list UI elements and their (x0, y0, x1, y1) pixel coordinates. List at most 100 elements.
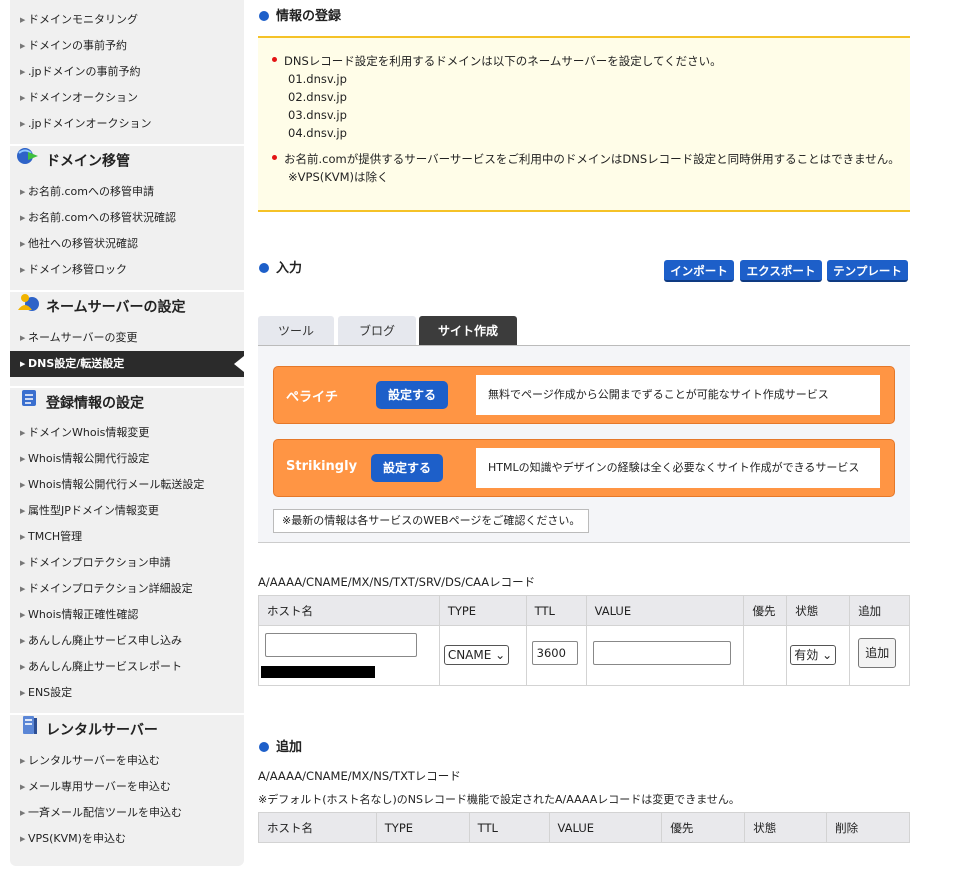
col-ttl: TTL (468, 812, 550, 843)
tab-tools[interactable]: ツール (258, 316, 334, 346)
triangle-right-icon: ▶ (20, 507, 26, 515)
triangle-right-icon: ▶ (20, 188, 26, 196)
triangle-right-icon: ▶ (20, 42, 26, 50)
value-input[interactable] (592, 641, 731, 665)
col-add: 追加 (849, 595, 910, 626)
sidebar-item-domain-monitoring[interactable]: ▶ ドメインモニタリング (10, 7, 244, 33)
sidebar-item-whois-proxy[interactable]: ▶ Whois情報公開代行設定 (10, 446, 244, 472)
redacted-domain (261, 666, 375, 678)
input-section-title: 入力 (259, 257, 302, 276)
promo-description: HTMLの知識やデザインの経験は全く必要なくサイト作成ができるサービス (476, 448, 880, 488)
add-section-label: A/AAAA/CNAME/MX/NS/TXTレコード (258, 769, 461, 783)
sidebar-item-tmch[interactable]: ▶ TMCH管理 (10, 524, 244, 550)
add-record-button[interactable]: 追加 (858, 638, 897, 668)
add-section-title: 追加 (259, 736, 302, 755)
chevron-down-icon: ⌄ (822, 648, 833, 662)
sidebar-item-jp-auction[interactable]: ▶ .jpドメインオークション (10, 111, 244, 137)
sidebar-item-whois-accuracy[interactable]: ▶ Whois情報正確性確認 (10, 602, 244, 628)
triangle-right-icon: ▶ (20, 360, 26, 368)
sidebar-section-rental: レンタルサーバー (10, 713, 244, 743)
import-button[interactable]: インポート (664, 260, 734, 282)
record-form-table: ホスト名 TYPE TTL VALUE 優先 状態 追加 CNAME ⌄ 360… (258, 595, 910, 686)
triangle-right-icon: ▶ (20, 266, 26, 274)
sidebar-item-domain-preorder[interactable]: ▶ ドメインの事前予約 (10, 33, 244, 59)
sidebar-section-registration: 登録情報の設定 (10, 386, 244, 416)
triangle-right-icon: ▶ (20, 809, 26, 817)
col-priority: 優先 (743, 595, 788, 626)
site-builder-panel: ペライチ 設定する 無料でページ作成から公開までずることが可能なサイト作成サービ… (258, 346, 910, 543)
sidebar-item-whois-change[interactable]: ▶ ドメインWhois情報変更 (10, 420, 244, 446)
sidebar-item-ens[interactable]: ▶ ENS設定 (10, 680, 244, 706)
triangle-right-icon: ▶ (20, 637, 26, 645)
strikingly-setup-button[interactable]: 設定する (371, 454, 443, 482)
triangle-right-icon: ▶ (20, 835, 26, 843)
priority-cell (743, 625, 788, 686)
promo-peraichi: ペライチ 設定する 無料でページ作成から公開までずることが可能なサイト作成サービ… (273, 366, 895, 424)
triangle-right-icon: ▶ (20, 240, 26, 248)
nameserver-4: 04.dnsv.jp (288, 126, 347, 140)
col-ttl: TTL (525, 595, 587, 626)
sidebar-item-rental-apply[interactable]: ▶ レンタルサーバーを申込む (10, 748, 244, 774)
sidebar-item-anshin-report[interactable]: ▶ あんしん廃止サービスレポート (10, 654, 244, 680)
type-select[interactable]: CNAME ⌄ (443, 645, 510, 665)
col-value: VALUE (548, 812, 663, 843)
export-button[interactable]: エクスポート (740, 260, 822, 282)
sidebar-item-vps-apply[interactable]: ▶ VPS(KVM)を申込む (10, 826, 244, 852)
sidebar-item-transfer-status[interactable]: ▶ お名前.comへの移管状況確認 (10, 205, 244, 231)
add-section-note: ※デフォルト(ホスト名なし)のNSレコード機能で設定されたA/AAAAレコードは… (258, 793, 740, 806)
triangle-right-icon: ▶ (20, 94, 26, 102)
sidebar-item-nameserver-change[interactable]: ▶ ネームサーバーの変更 (10, 325, 244, 351)
nameserver-3: 03.dnsv.jp (288, 108, 347, 122)
table-header-row: ホスト名 TYPE TTL VALUE 優先 状態 追加 (258, 595, 910, 626)
sidebar: ▶ ドメインモニタリング ▶ ドメインの事前予約 ▶ .jpドメインの事前予約 ▶ ドメ… (10, 0, 244, 866)
promo-note: ※最新の情報は各サービスのWEBページをご確認ください。 (273, 509, 590, 533)
template-button[interactable]: テンプレート (827, 260, 908, 282)
sidebar-item-transfer-lock[interactable]: ▶ ドメイン移管ロック (10, 257, 244, 283)
info-section-title: 情報の登録 (259, 5, 341, 24)
triangle-right-icon: ▶ (20, 481, 26, 489)
bullet-dot-icon (259, 11, 269, 21)
table-header-row: ホスト名 TYPE TTL VALUE 優先 状態 削除 (258, 812, 910, 843)
triangle-right-icon: ▶ (20, 689, 26, 697)
existing-records-table: ホスト名 TYPE TTL VALUE 優先 状態 削除 (258, 812, 910, 843)
chevron-down-icon: ⌄ (495, 648, 506, 662)
triangle-right-icon: ▶ (20, 214, 26, 222)
col-type: TYPE (375, 812, 470, 843)
peraichi-setup-button[interactable]: 設定する (376, 381, 448, 409)
sidebar-item-bulk-mail-apply[interactable]: ▶ 一斉メール配信ツールを申込む (10, 800, 244, 826)
tab-blog[interactable]: ブログ (338, 316, 416, 346)
info-box: DNSレコード設定を利用するドメインは以下のネームサーバーを設定してください。 … (258, 36, 910, 212)
triangle-right-icon: ▶ (20, 783, 26, 791)
sidebar-item-whois-proxy-mail[interactable]: ▶ Whois情報公開代行メール転送設定 (10, 472, 244, 498)
col-priority: 優先 (661, 812, 746, 843)
promo-name: Strikingly (286, 459, 358, 474)
sidebar-item-transfer-other[interactable]: ▶ 他社への移管状況確認 (10, 231, 244, 257)
sidebar-item-jp-preorder[interactable]: ▶ .jpドメインの事前予約 (10, 59, 244, 85)
globe-arrow-icon (16, 146, 42, 177)
sidebar-item-transfer-apply[interactable]: ▶ お名前.comへの移管申請 (10, 179, 244, 205)
sidebar-item-domain-auction[interactable]: ▶ ドメインオークション (10, 85, 244, 111)
triangle-right-icon: ▶ (20, 68, 26, 76)
sidebar-item-protection-apply[interactable]: ▶ ドメインプロテクション申請 (10, 550, 244, 576)
sidebar-item-dns-settings[interactable]: ▶ DNS設定/転送設定 (10, 351, 244, 377)
promo-strikingly: Strikingly 設定する HTMLの知識やデザインの経験は全く必要なくサイ… (273, 439, 895, 497)
bullet-dot-icon (259, 742, 269, 752)
sidebar-item-anshin-apply[interactable]: ▶ あんしん廃止サービス申し込み (10, 628, 244, 654)
red-bullet-icon (272, 155, 277, 160)
nameserver-notice: DNSレコード設定を利用するドメインは以下のネームサーバーを設定してください。 … (272, 52, 722, 142)
triangle-right-icon: ▶ (20, 585, 26, 593)
ttl-input[interactable]: 3600 (531, 641, 578, 665)
document-icon (16, 388, 42, 419)
col-delete: 削除 (826, 812, 910, 843)
sidebar-item-mail-server-apply[interactable]: ▶ メール専用サーバーを申込む (10, 774, 244, 800)
sidebar-item-protection-detail[interactable]: ▶ ドメインプロテクション詳細設定 (10, 576, 244, 602)
host-input[interactable] (265, 633, 417, 657)
tab-site-builder[interactable]: サイト作成 (419, 316, 517, 346)
col-host: ホスト名 (258, 812, 377, 843)
status-select[interactable]: 有効 ⌄ (790, 645, 837, 665)
sidebar-item-jp-attribute[interactable]: ▶ 属性型JPドメイン情報変更 (10, 498, 244, 524)
bullet-dot-icon (259, 263, 269, 273)
red-bullet-icon (272, 57, 277, 62)
triangle-right-icon: ▶ (20, 455, 26, 463)
triangle-right-icon: ▶ (20, 559, 26, 567)
